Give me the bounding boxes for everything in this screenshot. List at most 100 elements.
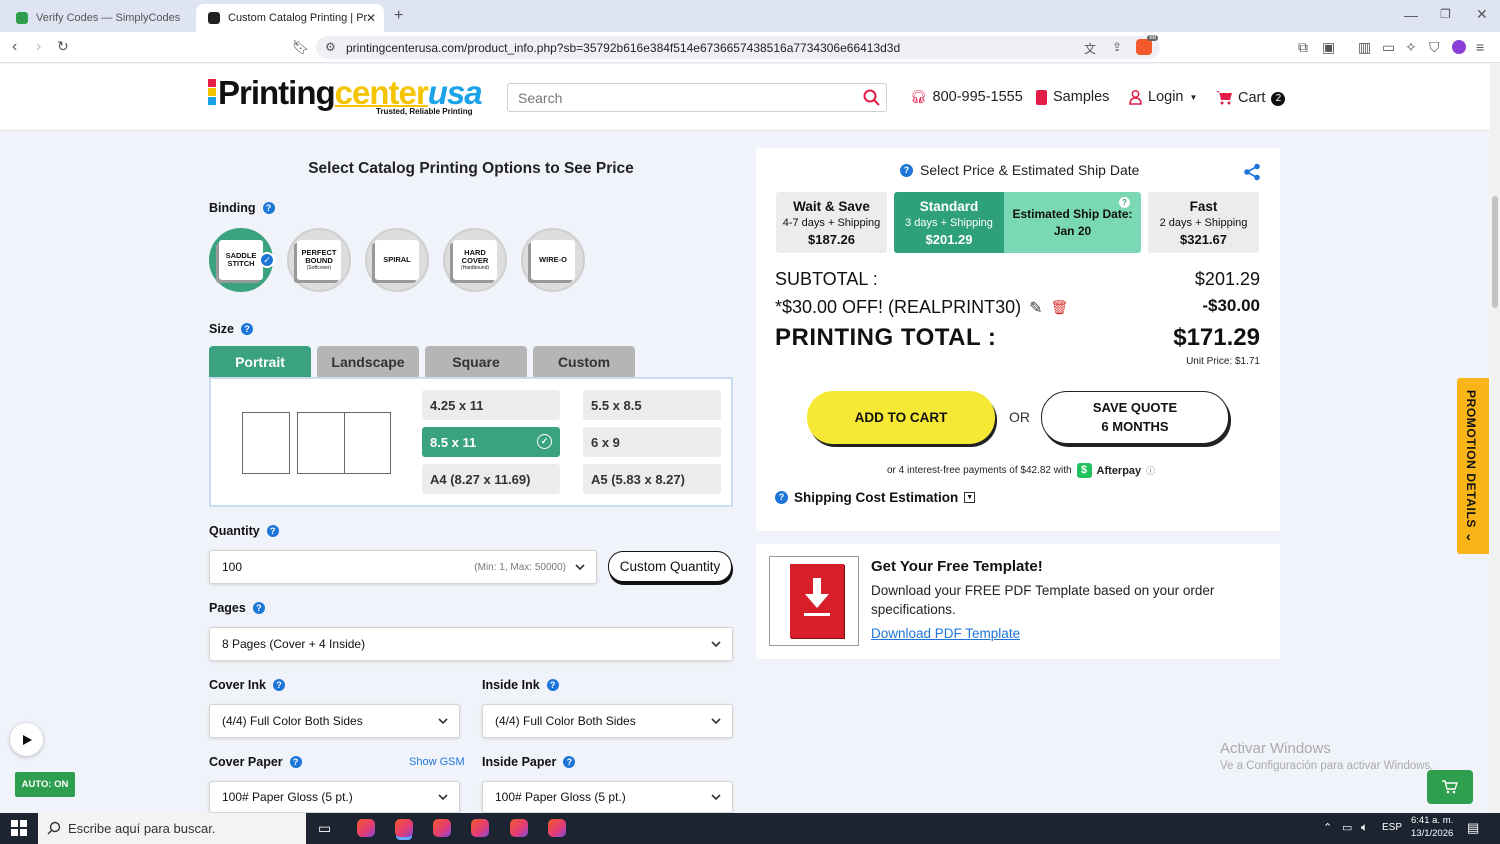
template-description: Download your FREE PDF Template based on… <box>871 583 1215 617</box>
task-view-icon[interactable]: ▭ <box>318 820 331 837</box>
help-icon[interactable]: ? <box>563 756 576 768</box>
menu-icon[interactable]: ≡ <box>1476 40 1484 54</box>
binding-saddle-stitch[interactable]: SADDLE STITCH ✓ <box>209 228 275 292</box>
brave-taskbar-icon[interactable] <box>510 819 528 837</box>
windows-start-icon[interactable] <box>11 820 27 836</box>
search-input[interactable]: Search <box>507 83 887 112</box>
samples-link[interactable]: Samples <box>1036 89 1109 105</box>
close-tab-icon[interactable]: ✕ <box>366 11 376 25</box>
help-icon[interactable]: ? <box>272 679 285 691</box>
new-tab-icon[interactable]: + <box>394 8 403 24</box>
ship-date-help-icon[interactable]: ? <box>1119 197 1130 208</box>
tab-custom[interactable]: Custom <box>533 346 635 378</box>
window-close-icon[interactable]: ✕ <box>1476 7 1488 21</box>
pdf-download-icon[interactable] <box>769 556 859 646</box>
translate-icon[interactable]: 文 <box>1084 40 1096 57</box>
quantity-select[interactable]: 100 (Min: 1, Max: 50000) <box>209 550 597 584</box>
size-option-selected[interactable]: 8.5 x 11 ✓ <box>422 427 560 457</box>
promotion-details-tab[interactable]: PROMOTION DETAILS ‹ <box>1457 378 1489 554</box>
browser-tab-2[interactable]: Custom Catalog Printing | Printin ✕ <box>196 4 384 32</box>
shipping-estimation-row[interactable]: ? Shipping Cost Estimation ▼ <box>775 490 976 505</box>
extension-cart-button[interactable] <box>1427 770 1473 804</box>
tray-chevron-icon[interactable]: ⌃ <box>1323 821 1332 834</box>
save-quote-button[interactable]: SAVE QUOTE 6 MONTHS <box>1041 391 1229 444</box>
add-to-cart-button[interactable]: ADD TO CART <box>807 391 995 444</box>
turnaround-fast[interactable]: Fast 2 days + Shipping $321.67 <box>1148 192 1259 253</box>
reload-icon[interactable]: ↻ <box>57 39 69 53</box>
back-icon[interactable]: ‹ <box>12 39 17 55</box>
expand-icon[interactable]: ▼ <box>964 492 976 503</box>
extensions-icon[interactable]: ⧉ <box>1298 40 1308 54</box>
brave-taskbar-icon[interactable] <box>471 819 489 837</box>
page-scrollbar[interactable] <box>1490 64 1500 813</box>
browser-tab-1[interactable]: Verify Codes — SimplyCodes <box>4 4 194 32</box>
show-gsm-link[interactable]: Show GSM <box>409 756 465 768</box>
site-logo[interactable]: Printingcenterusa Trusted, Reliable Prin… <box>208 74 483 118</box>
size-option[interactable]: A5 (5.83 x 8.27) <box>583 464 721 494</box>
leo-ai-icon[interactable]: ✧ <box>1405 40 1417 54</box>
help-icon[interactable]: ? <box>252 602 265 614</box>
binding-spiral[interactable]: SPIRAL <box>365 228 429 292</box>
help-icon[interactable]: ? <box>775 491 788 504</box>
cart-link[interactable]: Cart 2 <box>1216 89 1286 106</box>
size-option[interactable]: A4 (8.27 x 11.69) <box>422 464 560 494</box>
inside-paper-select[interactable]: 100# Paper Gloss (5 pt.) <box>482 781 733 813</box>
login-link[interactable]: Login ▼ <box>1129 89 1197 105</box>
brave-taskbar-icon[interactable] <box>433 819 451 837</box>
minimize-icon[interactable]: — <box>1404 8 1418 22</box>
size-option[interactable]: 6 x 9 <box>583 427 721 457</box>
binding-perfect-bound[interactable]: PERFECT BOUND (Softcover) <box>287 228 351 292</box>
cover-paper-select[interactable]: 100# Paper Gloss (5 pt.) <box>209 781 460 813</box>
forward-icon[interactable]: › <box>36 39 41 55</box>
brave-taskbar-icon[interactable] <box>357 819 375 837</box>
turnaround-standard[interactable]: Standard 3 days + Shipping $201.29 <box>894 192 1004 253</box>
tab-portrait[interactable]: Portrait <box>209 346 311 378</box>
language-indicator[interactable]: ESP <box>1382 822 1402 833</box>
restore-icon[interactable]: ❐ <box>1440 8 1451 20</box>
cover-ink-select[interactable]: (4/4) Full Color Both Sides <box>209 704 460 738</box>
binding-wire-o[interactable]: WIRE-O <box>521 228 585 292</box>
help-icon[interactable]: ? <box>266 525 279 537</box>
auto-toggle-badge[interactable]: AUTO: ON <box>15 772 75 797</box>
size-option[interactable]: 4.25 x 11 <box>422 390 560 420</box>
site-settings-icon[interactable]: ⚙ <box>325 40 336 54</box>
share-icon[interactable] <box>1243 163 1261 181</box>
binding-hard-cover[interactable]: HARD COVER (Hardbound) <box>443 228 507 292</box>
turnaround-wait-save[interactable]: Wait & Save 4-7 days + Shipping $187.26 <box>776 192 887 253</box>
volume-icon[interactable]: 🔈︎ <box>1361 820 1368 835</box>
help-icon[interactable]: ? <box>262 202 275 214</box>
reader-icon[interactable]: ▣ <box>1322 40 1335 54</box>
brave-taskbar-icon[interactable] <box>548 819 566 837</box>
edit-icon[interactable]: ✎ <box>1029 298 1042 318</box>
sidebar-icon[interactable]: ▥ <box>1358 40 1371 54</box>
bookmark-icon[interactable]: 🔖︎ <box>292 40 310 54</box>
inside-ink-select[interactable]: (4/4) Full Color Both Sides <box>482 704 733 738</box>
download-template-link[interactable]: Download PDF Template <box>871 626 1020 641</box>
notifications-icon[interactable]: ▤ <box>1467 820 1479 836</box>
help-icon[interactable]: ? <box>241 323 254 335</box>
help-icon[interactable]: ? <box>546 679 559 691</box>
tab-landscape[interactable]: Landscape <box>317 346 419 378</box>
share-icon[interactable]: ⇪ <box>1112 40 1122 54</box>
brave-shield-icon[interactable] <box>1136 39 1152 55</box>
phone-link[interactable]: 🎧︎ 800-995-1555 <box>910 89 1023 105</box>
wallet-icon[interactable]: ▭ <box>1382 40 1395 54</box>
url-field[interactable]: ⚙ printingcenterusa.com/product_info.php… <box>316 35 1160 59</box>
brave-taskbar-icon[interactable] <box>395 819 413 837</box>
custom-quantity-button[interactable]: Custom Quantity <box>608 551 732 582</box>
help-icon[interactable]: ? <box>900 163 913 177</box>
tab-square[interactable]: Square <box>425 346 527 378</box>
taskbar-search[interactable]: Escribe aquí para buscar. <box>38 813 306 844</box>
taskbar-clock[interactable]: 6:41 a. m. 13/1/2026 <box>1411 815 1453 841</box>
profile-icon[interactable] <box>1452 40 1466 54</box>
size-option[interactable]: 5.5 x 8.5 <box>583 390 721 420</box>
network-icon[interactable]: ▭ <box>1342 821 1352 834</box>
vpn-icon[interactable]: ⛉ <box>1429 40 1440 54</box>
info-icon[interactable]: ⓘ <box>1146 464 1155 477</box>
delete-icon[interactable]: 🗑︎ <box>1051 299 1069 316</box>
scrollbar-thumb[interactable] <box>1492 196 1498 308</box>
pages-select[interactable]: 8 Pages (Cover + 4 Inside) <box>209 627 733 661</box>
search-icon[interactable] <box>863 89 880 106</box>
play-video-button[interactable] <box>10 723 43 756</box>
help-icon[interactable]: ? <box>289 756 302 768</box>
